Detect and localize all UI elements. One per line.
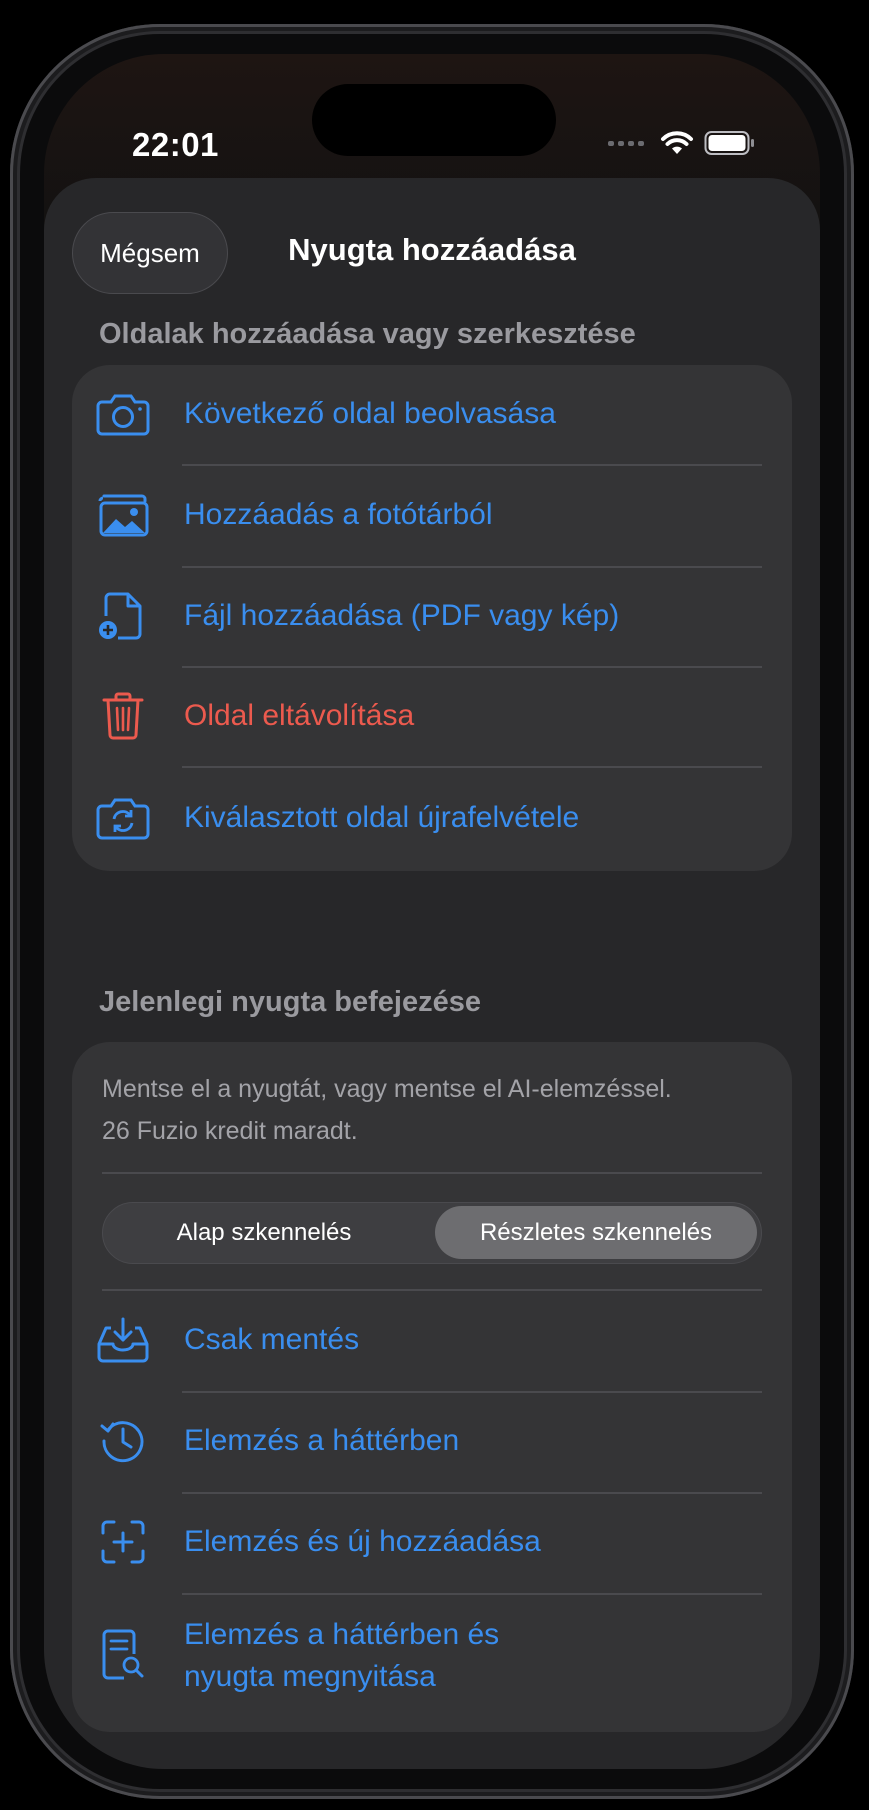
dynamic-island	[312, 84, 556, 156]
add-file-icon	[96, 589, 150, 643]
add-file-row[interactable]: Fájl hozzáadása (PDF vagy kép)	[72, 587, 792, 645]
sheet-title: Nyugta hozzáadása	[288, 232, 576, 267]
retake-page-label: Kiválasztott oldal újrafelvétele	[184, 801, 580, 834]
segment-detailed-scan[interactable]: Részletes szkennelés	[435, 1206, 757, 1259]
document-search-icon	[96, 1628, 150, 1682]
screen: 22:01 Mégsem Nyugta hozzáadása Oldalak h…	[44, 54, 820, 1769]
divider	[182, 1593, 762, 1595]
battery-icon	[704, 131, 754, 155]
label-line: nyugta megnyitása	[184, 1660, 436, 1693]
remove-page-row[interactable]: Oldal eltávolítása	[72, 687, 792, 745]
finish-section-header: Jelenlegi nyugta befejezése	[99, 986, 481, 1018]
camera-icon	[96, 387, 150, 441]
credits-remaining: 26 Fuzio kredit maradt.	[102, 1117, 358, 1145]
add-from-photos-row[interactable]: Hozzáadás a fotótárból	[72, 486, 792, 544]
divider	[182, 1492, 762, 1494]
finish-card: Mentse el a nyugtát, vagy mentse el AI-e…	[72, 1042, 792, 1732]
tray-download-icon	[96, 1313, 150, 1367]
segment-basic-scan[interactable]: Alap szkennelés	[103, 1203, 425, 1262]
pages-section-header: Oldalak hozzáadása vagy szerkesztése	[99, 318, 636, 350]
label-line: Elemzés a háttérben és	[184, 1618, 500, 1651]
add-from-photos-label: Hozzáadás a fotótárból	[184, 498, 493, 531]
divider	[102, 1172, 762, 1174]
description-line: Mentse el a nyugtát, vagy mentse el AI-e…	[102, 1075, 672, 1103]
wifi-icon	[661, 131, 693, 154]
remove-page-label: Oldal eltávolítása	[184, 699, 415, 732]
analyze-open-receipt-label: Elemzés a háttérben és nyugta megnyitása	[184, 1614, 499, 1698]
trash-icon	[96, 689, 150, 743]
analyze-add-new-row[interactable]: Elemzés és új hozzáadása	[72, 1513, 792, 1571]
scan-next-page-label: Következő oldal beolvasása	[184, 397, 556, 430]
phone-frame: 22:01 Mégsem Nyugta hozzáadása Oldalak h…	[10, 24, 854, 1799]
divider	[182, 1391, 762, 1393]
scan-mode-segmented-control: Alap szkennelés Részletes szkennelés	[102, 1202, 762, 1264]
analyze-background-label: Elemzés a háttérben	[184, 1424, 460, 1457]
status-time: 22:01	[132, 126, 219, 163]
pages-card: Következő oldal beolvasása Hozzáadás a f…	[72, 365, 792, 871]
divider	[182, 566, 762, 568]
status-icons	[608, 130, 756, 156]
history-clock-icon	[96, 1414, 150, 1468]
add-file-label: Fájl hozzáadása (PDF vagy kép)	[184, 599, 620, 632]
analyze-open-receipt-row[interactable]: Elemzés a háttérben és nyugta megnyitása	[72, 1608, 792, 1708]
add-receipt-sheet: Mégsem Nyugta hozzáadása Oldalak hozzáad…	[44, 178, 820, 1769]
cellular-signal-icon	[608, 140, 644, 146]
save-only-label: Csak mentés	[184, 1323, 360, 1356]
scan-next-page-row[interactable]: Következő oldal beolvasása	[72, 385, 792, 443]
analyze-background-row[interactable]: Elemzés a háttérben	[72, 1412, 792, 1470]
divider	[182, 666, 762, 668]
save-only-row[interactable]: Csak mentés	[72, 1311, 792, 1369]
divider	[182, 766, 762, 768]
scan-plus-icon	[96, 1515, 150, 1569]
finish-description: Mentse el a nyugtát, vagy mentse el AI-e…	[102, 1068, 762, 1152]
retake-camera-icon	[96, 791, 150, 845]
retake-page-row[interactable]: Kiválasztott oldal újrafelvétele	[72, 789, 792, 847]
analyze-add-new-label: Elemzés és új hozzáadása	[184, 1525, 541, 1558]
divider	[182, 464, 762, 466]
divider	[102, 1289, 762, 1291]
photo-library-icon	[96, 488, 150, 542]
